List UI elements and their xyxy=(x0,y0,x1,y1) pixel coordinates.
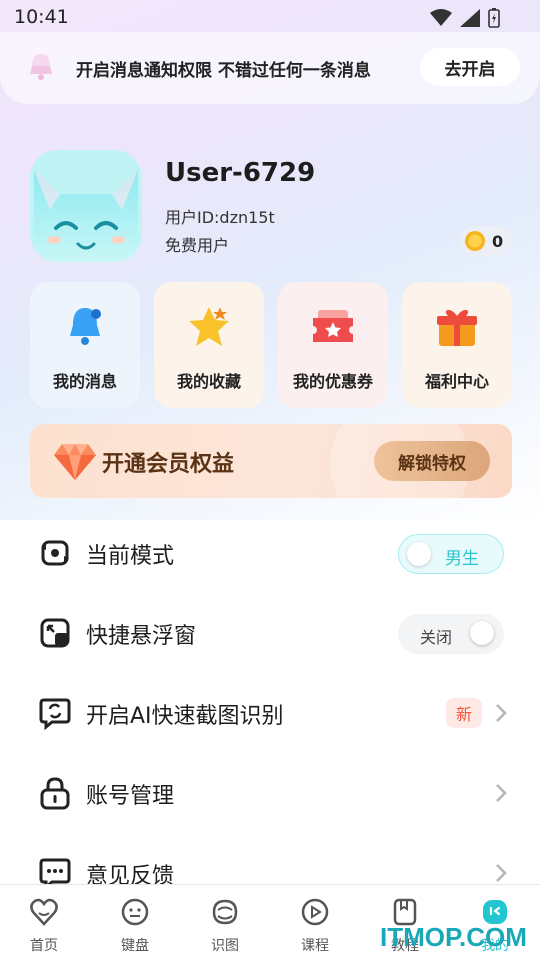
keyboard-face-icon xyxy=(121,898,149,926)
bell-icon xyxy=(30,54,52,80)
new-badge: 新 xyxy=(446,698,482,728)
unlock-privileges-button[interactable]: 解锁特权 xyxy=(374,441,490,481)
bell-icon xyxy=(70,308,101,345)
diamond-icon xyxy=(54,444,96,480)
gender-mode-toggle[interactable]: 男生 xyxy=(398,534,504,574)
toggle-knob xyxy=(407,542,431,566)
toggle-knob xyxy=(470,621,494,645)
recognize-icon xyxy=(212,899,238,925)
settings-row-ai-screenshot[interactable]: 开启AI快速截图识别 新 xyxy=(0,674,540,754)
float-window-toggle[interactable]: 关闭 xyxy=(398,614,504,654)
user-id: 用户ID:dzn15t xyxy=(165,208,275,227)
float-window-icon xyxy=(40,618,70,648)
settings-label: 当前模式 xyxy=(86,544,175,569)
card-label: 我的收藏 xyxy=(176,372,241,391)
mode-switch-icon xyxy=(41,540,69,566)
toggle-value: 关闭 xyxy=(420,628,453,647)
nav-label: 识图 xyxy=(211,938,239,954)
banner-text: 开启消息通知权限 不错过任何一条消息 xyxy=(76,61,371,81)
vip-title: 开通会员权益 xyxy=(102,452,235,477)
status-time: 10:41 xyxy=(14,6,69,28)
card-welfare-center[interactable]: 福利中心 xyxy=(402,282,512,408)
settings-label: 开启AI快速截图识别 xyxy=(86,704,284,729)
coin-icon xyxy=(465,231,485,251)
toggle-value: 男生 xyxy=(445,549,479,569)
username: User-6729 xyxy=(165,158,316,188)
watermark: ITMOP.COM xyxy=(380,922,527,952)
chevron-right-icon xyxy=(496,704,507,722)
notification-banner: 开启消息通知权限 不错过任何一条消息 去开启 xyxy=(0,32,540,104)
chevron-right-icon xyxy=(496,784,507,802)
signal-icon xyxy=(460,9,480,27)
coupon-icon xyxy=(313,310,353,342)
nav-course[interactable]: 课程 xyxy=(285,897,345,955)
nav-keyboard[interactable]: 键盘 xyxy=(105,897,165,955)
nav-recognize[interactable]: 识图 xyxy=(195,897,255,955)
nav-home[interactable]: 首页 xyxy=(14,897,74,955)
settings-row-account[interactable]: 账号管理 xyxy=(0,754,540,834)
nav-label: 课程 xyxy=(301,938,329,954)
card-my-coupons[interactable]: 我的优惠券 xyxy=(278,282,388,408)
card-my-favorites[interactable]: 我的收藏 xyxy=(154,282,264,408)
heart-home-icon xyxy=(30,898,58,926)
lock-icon xyxy=(40,777,70,810)
avatar[interactable] xyxy=(30,150,142,262)
battery-icon xyxy=(488,8,500,28)
cat-avatar-icon xyxy=(30,150,142,262)
nav-label: 键盘 xyxy=(121,938,149,954)
nav-label: 首页 xyxy=(30,938,58,954)
gift-icon xyxy=(437,309,477,346)
card-my-messages[interactable]: 我的消息 xyxy=(30,282,140,408)
card-label: 福利中心 xyxy=(424,372,489,391)
settings-label: 账号管理 xyxy=(86,784,175,809)
wifi-icon xyxy=(430,9,452,26)
card-label: 我的消息 xyxy=(52,372,117,391)
vip-banner[interactable]: 开通会员权益 解锁特权 xyxy=(30,424,512,498)
user-type: 免费用户 xyxy=(165,236,230,255)
settings-label: 快捷悬浮窗 xyxy=(86,624,197,649)
chevron-right-icon xyxy=(496,864,507,882)
star-icon xyxy=(189,307,229,346)
card-label: 我的优惠券 xyxy=(292,372,373,391)
ai-screenshot-icon xyxy=(39,698,71,730)
play-icon xyxy=(301,898,329,926)
coin-count: 0 xyxy=(492,231,504,251)
enable-notification-button[interactable]: 去开启 xyxy=(420,48,520,86)
settings-row-float-window[interactable]: 快捷悬浮窗 关闭 xyxy=(0,594,540,674)
coin-balance[interactable]: 0 xyxy=(460,226,512,256)
status-icons xyxy=(430,8,500,28)
settings-row-mode[interactable]: 当前模式 男生 xyxy=(0,514,540,594)
